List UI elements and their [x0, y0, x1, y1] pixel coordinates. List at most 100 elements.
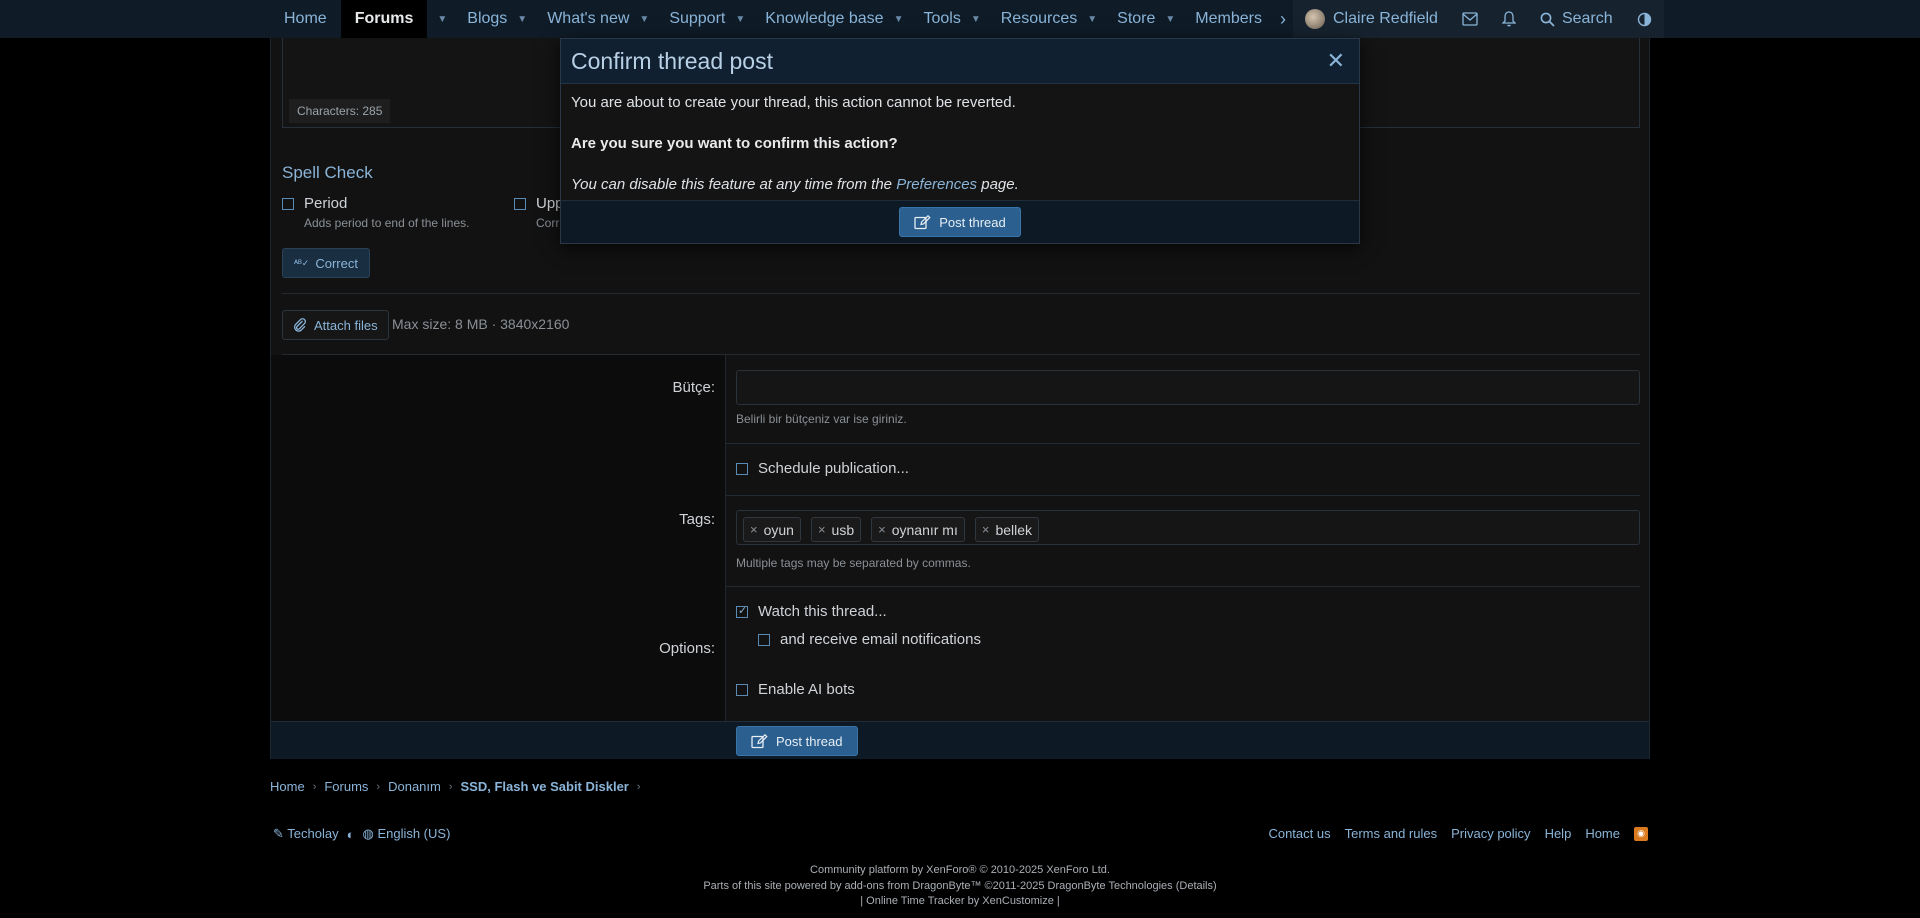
breadcrumb-donanim[interactable]: Donanım [388, 779, 441, 794]
inbox-icon[interactable] [1450, 0, 1490, 38]
nav-forums[interactable]: Forums [340, 0, 428, 38]
nav-members[interactable]: Members [1181, 0, 1276, 38]
remove-tag-icon[interactable]: × [818, 522, 826, 537]
options-label: Options: [659, 640, 715, 657]
footer-contact-link[interactable]: Contact us [1268, 826, 1330, 841]
dialog-footer: Post thread [561, 200, 1359, 243]
nav-store-caret-icon[interactable]: ▼ [1165, 14, 1175, 25]
attach-files-button[interactable]: Attach files [282, 310, 389, 340]
breadcrumb-current[interactable]: SSD, Flash ve Sabit Diskler [461, 779, 629, 794]
search-icon [1540, 12, 1555, 27]
theme-toggle-icon[interactable]: ◐ [347, 827, 355, 842]
ai-bots-label: Enable AI bots [758, 681, 855, 698]
avatar [1305, 9, 1325, 29]
email-notifications-label: and receive email notifications [780, 631, 981, 648]
nav-home[interactable]: Home [270, 0, 341, 38]
nav-items: Home Forums ▼ Blogs ▼ What's new ▼ Suppo… [270, 0, 1294, 38]
nav-support-caret-icon[interactable]: ▼ [735, 14, 745, 25]
copyright-xenforo: Community platform by XenForo® © 2010-20… [810, 864, 1110, 876]
email-notifications-option[interactable]: and receive email notifications [758, 631, 981, 648]
nav-tools[interactable]: Tools [909, 0, 974, 38]
tag-item: × bellek [974, 517, 1040, 542]
tags-hint: Multiple tags may be separated by commas… [736, 556, 971, 570]
schedule-checkbox[interactable] [736, 463, 748, 475]
nav-knowledge-base[interactable]: Knowledge base [751, 0, 897, 38]
copyright-time-tracker: | Online Time Tracker by XenCustomize | [860, 895, 1060, 907]
schedule-label: Schedule publication... [758, 460, 909, 477]
nav-forums-caret-icon[interactable]: ▼ [437, 14, 447, 25]
nav-resources[interactable]: Resources [987, 0, 1091, 38]
footer-links: Contact us Terms and rules Privacy polic… [1268, 826, 1648, 841]
remove-tag-icon[interactable]: × [982, 522, 990, 537]
tags-label: Tags: [679, 511, 715, 528]
ai-bots-option[interactable]: Enable AI bots [736, 681, 855, 698]
nav-resources-caret-icon[interactable]: ▼ [1087, 14, 1097, 25]
ai-bots-checkbox[interactable] [736, 684, 748, 696]
chevron-right-icon: › [312, 780, 317, 793]
tags-input[interactable]: × oyun × usb × oynanır mı × bellek [736, 510, 1640, 545]
budget-hint: Belirli bir bütçeniz var ise giriniz. [736, 412, 907, 426]
preferences-link[interactable]: Preferences [896, 176, 977, 193]
nav-blogs[interactable]: Blogs [453, 0, 521, 38]
bell-icon[interactable] [1490, 0, 1528, 38]
theme-toggle-icon[interactable] [1625, 0, 1664, 38]
dialog-note: You can disable this feature at any time… [571, 176, 1019, 193]
nav-store[interactable]: Store [1103, 0, 1169, 38]
nav-account: Claire Redfield Search [1293, 0, 1664, 38]
nav-knowledge-base-caret-icon[interactable]: ▼ [894, 14, 904, 25]
remove-tag-icon[interactable]: × [878, 522, 886, 537]
nav-tools-caret-icon[interactable]: ▼ [971, 14, 981, 25]
form-label-column: Bütçe: Tags: Options: [271, 355, 726, 721]
footer-terms-link[interactable]: Terms and rules [1345, 826, 1437, 841]
edit-icon [751, 733, 768, 748]
schedule-option[interactable]: Schedule publication... [736, 460, 909, 477]
email-notifications-checkbox[interactable] [758, 634, 770, 646]
confirm-post-thread-button[interactable]: Post thread [899, 207, 1021, 237]
paperclip-icon [294, 318, 306, 332]
post-thread-button[interactable]: Post thread [736, 726, 858, 756]
nav-whats-new-caret-icon[interactable]: ▼ [639, 14, 649, 25]
divider [726, 495, 1640, 496]
style-name: Techolay [287, 826, 339, 841]
confirm-post-thread-label: Post thread [939, 214, 1006, 230]
language-name: English (US) [377, 826, 451, 841]
footer-home-link[interactable]: Home [1585, 826, 1620, 841]
user-menu[interactable]: Claire Redfield [1293, 0, 1450, 38]
budget-input[interactable] [736, 370, 1640, 405]
nav-blogs-caret-icon[interactable]: ▼ [517, 14, 527, 25]
footer-help-link[interactable]: Help [1545, 826, 1572, 841]
watch-thread-option[interactable]: Watch this thread... [736, 603, 887, 620]
nav-support[interactable]: Support [655, 0, 739, 38]
breadcrumb-forums[interactable]: Forums [324, 779, 368, 794]
dialog-note-text: You can disable this feature at any time… [571, 176, 897, 193]
correct-button[interactable]: ᴬᴮ✓ Correct [282, 248, 370, 278]
rss-icon[interactable]: ◉ [1634, 826, 1648, 841]
edit-icon [914, 214, 931, 229]
language-chooser[interactable]: ◍ English (US) [362, 826, 450, 842]
tag-item: × usb [810, 517, 862, 542]
chevron-right-icon[interactable]: › [1280, 9, 1286, 30]
attach-max-size: Max size: 8 MB · 3840x2160 [392, 316, 570, 332]
character-count: Characters: 285 [289, 99, 391, 123]
search-label: Search [1561, 10, 1613, 27]
footer-left: ✎ Techolay ◐ ◍ English (US) [273, 826, 450, 842]
uppercase-option[interactable]: Upp Corr [514, 195, 564, 230]
chevron-right-icon: › [376, 780, 381, 793]
search-button[interactable]: Search [1528, 0, 1625, 38]
divider [282, 293, 1640, 294]
period-option[interactable]: Period Adds period to end of the lines. [282, 195, 469, 230]
period-checkbox[interactable] [282, 198, 294, 210]
dialog-question: Are you sure you want to confirm this ac… [571, 135, 898, 152]
watch-thread-checkbox[interactable] [736, 604, 748, 618]
style-chooser[interactable]: ✎ Techolay [273, 826, 339, 842]
breadcrumb-home[interactable]: Home [270, 779, 305, 794]
form-submit-bar: Post thread [271, 721, 1649, 759]
uppercase-checkbox[interactable] [514, 198, 526, 210]
remove-tag-icon[interactable]: × [750, 522, 758, 537]
close-icon[interactable]: ✕ [1327, 48, 1345, 74]
watch-thread-label: Watch this thread... [758, 603, 887, 620]
nav-whats-new[interactable]: What's new [533, 0, 643, 38]
tag-label: bellek [995, 521, 1033, 538]
confirm-thread-dialog: Confirm thread post ✕ You are about to c… [560, 38, 1360, 244]
footer-privacy-link[interactable]: Privacy policy [1451, 826, 1530, 841]
